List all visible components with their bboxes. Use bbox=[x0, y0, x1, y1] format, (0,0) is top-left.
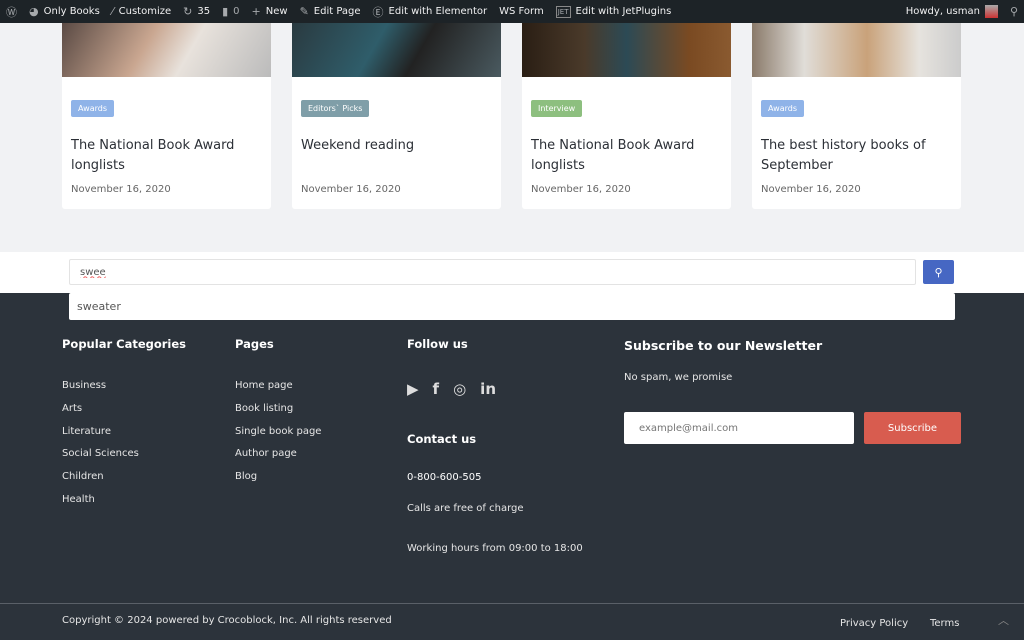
contact-note: Calls are free of charge bbox=[407, 503, 524, 514]
plus-icon: + bbox=[251, 5, 261, 18]
elementor-icon: Ⓔ bbox=[372, 5, 384, 19]
label: Customize bbox=[118, 6, 172, 17]
label: Edit with Elementor bbox=[388, 6, 488, 17]
category-link[interactable]: Social Sciences bbox=[62, 448, 139, 459]
contact-phone[interactable]: 0-800-600-505 bbox=[407, 472, 481, 483]
category-tag[interactable]: Awards bbox=[71, 100, 114, 117]
copyright: Copyright © 2024 powered by Crocoblock, … bbox=[62, 615, 392, 626]
linkedin-icon[interactable]: in bbox=[480, 380, 496, 398]
admin-updates[interactable]: ↻ 35 bbox=[177, 0, 216, 23]
post-date: November 16, 2020 bbox=[301, 184, 401, 195]
jetplugins-icon: JET bbox=[555, 5, 571, 18]
post-title[interactable]: Weekend reading bbox=[301, 136, 491, 156]
post-title[interactable]: The National Book Award longlists bbox=[531, 136, 721, 176]
post-date: November 16, 2020 bbox=[531, 184, 631, 195]
pages-heading: Pages bbox=[235, 337, 274, 351]
post-date: November 16, 2020 bbox=[71, 184, 171, 195]
category-link[interactable]: Children bbox=[62, 471, 104, 482]
admin-bar: Ⓦ ◕ Only Books ⁄ Customize ↻ 35 ▮ 0 + New ✎ Ed… bbox=[0, 0, 1024, 23]
scroll-top-icon[interactable]: ︿ bbox=[998, 612, 1009, 628]
admin-site-name[interactable]: ◕ Only Books bbox=[23, 0, 106, 23]
post-title[interactable]: The best history books of September bbox=[761, 136, 951, 176]
category-link[interactable]: Arts bbox=[62, 403, 82, 414]
page-link[interactable]: Home page bbox=[235, 380, 293, 391]
search-suggestion[interactable]: sweater bbox=[69, 293, 955, 320]
post-title[interactable]: The National Book Award longlists bbox=[71, 136, 261, 176]
subscribe-button[interactable]: Subscribe bbox=[864, 412, 961, 444]
instagram-icon[interactable]: ◎ bbox=[453, 380, 466, 398]
youtube-icon[interactable]: ▶ bbox=[407, 380, 419, 398]
admin-wordpress[interactable]: Ⓦ bbox=[0, 0, 23, 23]
admin-account[interactable]: Howdy, usman bbox=[900, 0, 1004, 23]
category-tag[interactable]: Editors` Picks bbox=[301, 100, 370, 117]
comment-icon: ▮ bbox=[222, 5, 229, 18]
search-icon: ⚲ bbox=[1009, 5, 1018, 18]
category-link[interactable]: Literature bbox=[62, 426, 111, 437]
newsletter-heading: Subscribe to our Newsletter bbox=[624, 338, 823, 353]
post-image[interactable] bbox=[752, 23, 961, 77]
follow-heading: Follow us bbox=[407, 337, 468, 351]
label: Edit with JetPlugins bbox=[575, 6, 672, 17]
label: New bbox=[265, 6, 288, 17]
category-tag[interactable]: Awards bbox=[761, 100, 804, 117]
category-tag[interactable]: Interview bbox=[531, 100, 583, 117]
contact-hours: Working hours from 09:00 to 18:00 bbox=[407, 543, 583, 554]
contact-heading: Contact us bbox=[407, 432, 477, 446]
footer-divider bbox=[0, 603, 1024, 604]
social-links: ▶ f ◎ in bbox=[407, 380, 496, 398]
label: Only Books bbox=[43, 6, 100, 17]
privacy-policy-link[interactable]: Privacy Policy bbox=[840, 618, 908, 629]
label: 0 bbox=[233, 6, 240, 17]
newsletter-subtitle: No spam, we promise bbox=[624, 372, 733, 383]
updates-icon: ↻ bbox=[183, 5, 193, 18]
admin-customize[interactable]: ⁄ Customize bbox=[106, 0, 177, 23]
admin-edit-page[interactable]: ✎ Edit Page bbox=[294, 0, 367, 23]
admin-elementor[interactable]: Ⓔ Edit with Elementor bbox=[367, 0, 494, 23]
page-link[interactable]: Book listing bbox=[235, 403, 293, 414]
search-input[interactable] bbox=[69, 259, 916, 285]
post-image[interactable] bbox=[62, 23, 271, 77]
label: 35 bbox=[197, 6, 211, 17]
post-card[interactable]: Awards The best history books of Septemb… bbox=[752, 23, 961, 209]
post-image[interactable] bbox=[522, 23, 731, 77]
admin-comments[interactable]: ▮ 0 bbox=[216, 0, 245, 23]
category-link[interactable]: Health bbox=[62, 494, 95, 505]
terms-link[interactable]: Terms bbox=[930, 618, 959, 629]
page-link[interactable]: Blog bbox=[235, 471, 257, 482]
wordpress-icon: Ⓦ bbox=[6, 5, 17, 19]
post-card[interactable]: Editors` Picks Weekend reading November … bbox=[292, 23, 501, 209]
brush-icon: ⁄ bbox=[111, 5, 114, 18]
post-card[interactable]: Interview The National Book Award longli… bbox=[522, 23, 731, 209]
howdy-text: Howdy, usman bbox=[905, 6, 980, 17]
category-link[interactable]: Business bbox=[62, 380, 106, 391]
page-link[interactable]: Author page bbox=[235, 448, 297, 459]
palette-icon: ◕ bbox=[29, 5, 39, 18]
post-image[interactable] bbox=[292, 23, 501, 77]
admin-search[interactable]: ⚲ bbox=[1004, 0, 1024, 23]
admin-jetplugins[interactable]: JET Edit with JetPlugins bbox=[550, 0, 678, 23]
label: Edit Page bbox=[313, 6, 361, 17]
search-button[interactable]: ⚲ bbox=[923, 260, 954, 284]
admin-ws-form[interactable]: WS Form bbox=[493, 0, 550, 23]
label: WS Form bbox=[499, 6, 544, 17]
page-link[interactable]: Single book page bbox=[235, 426, 321, 437]
email-input[interactable] bbox=[624, 412, 854, 444]
post-date: November 16, 2020 bbox=[761, 184, 861, 195]
avatar bbox=[984, 5, 998, 18]
facebook-icon[interactable]: f bbox=[433, 380, 440, 398]
pencil-icon: ✎ bbox=[299, 5, 309, 18]
categories-heading: Popular Categories bbox=[62, 337, 187, 351]
admin-new[interactable]: + New bbox=[246, 0, 294, 23]
post-card[interactable]: Awards The National Book Award longlists… bbox=[62, 23, 271, 209]
search-icon: ⚲ bbox=[934, 266, 943, 279]
